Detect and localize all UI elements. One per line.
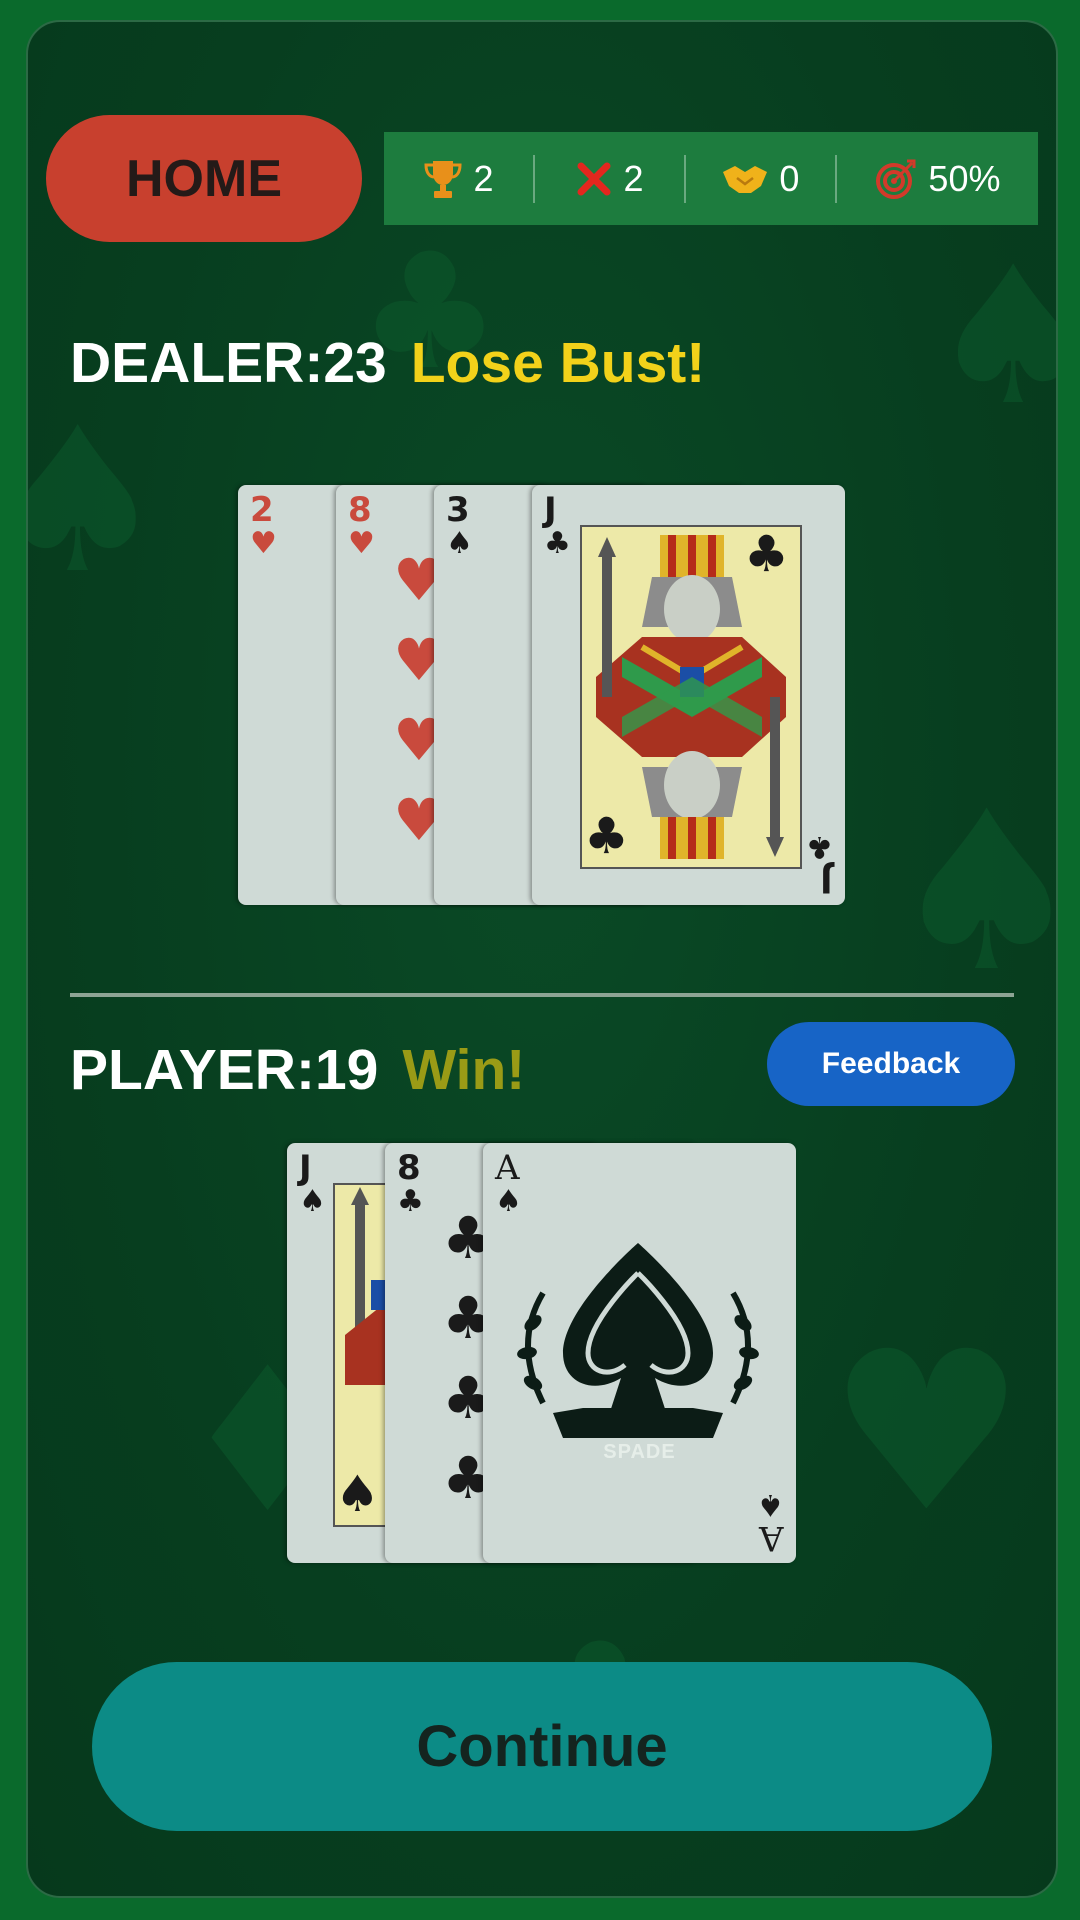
card-rank: 8 bbox=[397, 1148, 421, 1188]
handshake-icon bbox=[723, 165, 768, 193]
background-spade-icon: ♠ bbox=[888, 782, 1056, 1002]
losses-count: 2 bbox=[623, 157, 644, 199]
spade-icon: ♠ bbox=[299, 1184, 326, 1219]
win-rate: 50% bbox=[928, 157, 1001, 199]
wins-count: 2 bbox=[473, 157, 494, 199]
spade-icon: ♠ bbox=[757, 1487, 784, 1522]
card-rank: A bbox=[495, 1148, 520, 1188]
card-rank: J bbox=[299, 1148, 312, 1188]
trophy-icon bbox=[424, 160, 462, 198]
feedback-button[interactable]: Feedback bbox=[767, 1022, 1015, 1106]
dealer-result: Lose Bust! bbox=[410, 331, 706, 395]
card-rank: 3 bbox=[446, 490, 470, 530]
card-rank-corner: A bbox=[759, 1518, 784, 1558]
dealer-card-4: J ♣ J ♣ ♣ ♣ bbox=[532, 485, 845, 905]
club-icon: ♣ bbox=[744, 525, 789, 583]
game-table: ♣ ♠ ♠ ♠ ♥ ♦ ♣ bbox=[26, 20, 1058, 1898]
club-icon: ♣ bbox=[584, 807, 629, 865]
player-header: PLAYER:19 Win! bbox=[70, 1037, 525, 1103]
heart-icon: ♥ bbox=[250, 526, 277, 561]
club-icon: ♣ bbox=[544, 526, 571, 561]
draws-count: 0 bbox=[779, 157, 800, 199]
spade-icon: ♠ bbox=[335, 1465, 380, 1523]
card-rank: J bbox=[544, 490, 557, 530]
home-button[interactable]: HOME bbox=[46, 115, 362, 242]
club-icon: ♣ bbox=[806, 829, 833, 864]
dealer-score: DEALER:23 bbox=[70, 331, 387, 395]
stats-bar: 2 2 0 50% bbox=[384, 132, 1038, 225]
target-icon bbox=[876, 159, 916, 199]
wins-stat: 2 bbox=[384, 132, 533, 225]
spade-icon: ♠ bbox=[495, 1184, 522, 1219]
section-divider bbox=[70, 993, 1014, 997]
club-icon: ♣ bbox=[397, 1184, 424, 1219]
dealer-header: DEALER:23 Lose Bust! bbox=[70, 330, 705, 396]
heart-icon: ♥ bbox=[348, 526, 375, 561]
card-rank: 2 bbox=[250, 490, 274, 530]
ace-banner-text: SPADE bbox=[603, 1441, 676, 1463]
background-spade-icon: ♠ bbox=[928, 242, 1056, 432]
win-rate-stat: 50% bbox=[837, 132, 1038, 225]
player-score: PLAYER:19 bbox=[70, 1038, 379, 1102]
draws-stat: 0 bbox=[686, 132, 835, 225]
background-heart-icon: ♥ bbox=[828, 1304, 1026, 1560]
background-spade-icon: ♠ bbox=[28, 402, 167, 602]
card-rank-corner: J bbox=[820, 860, 833, 900]
player-result: Win! bbox=[402, 1038, 526, 1102]
continue-button[interactable]: Continue bbox=[92, 1662, 992, 1831]
x-icon bbox=[577, 162, 611, 195]
spade-icon: ♠ bbox=[446, 526, 473, 561]
ace-of-spades-emblem bbox=[517, 1243, 759, 1438]
player-card-3: A ♠ A ♠ SPADE bbox=[483, 1143, 796, 1563]
losses-stat: 2 bbox=[535, 132, 684, 225]
card-rank: 8 bbox=[348, 490, 372, 530]
